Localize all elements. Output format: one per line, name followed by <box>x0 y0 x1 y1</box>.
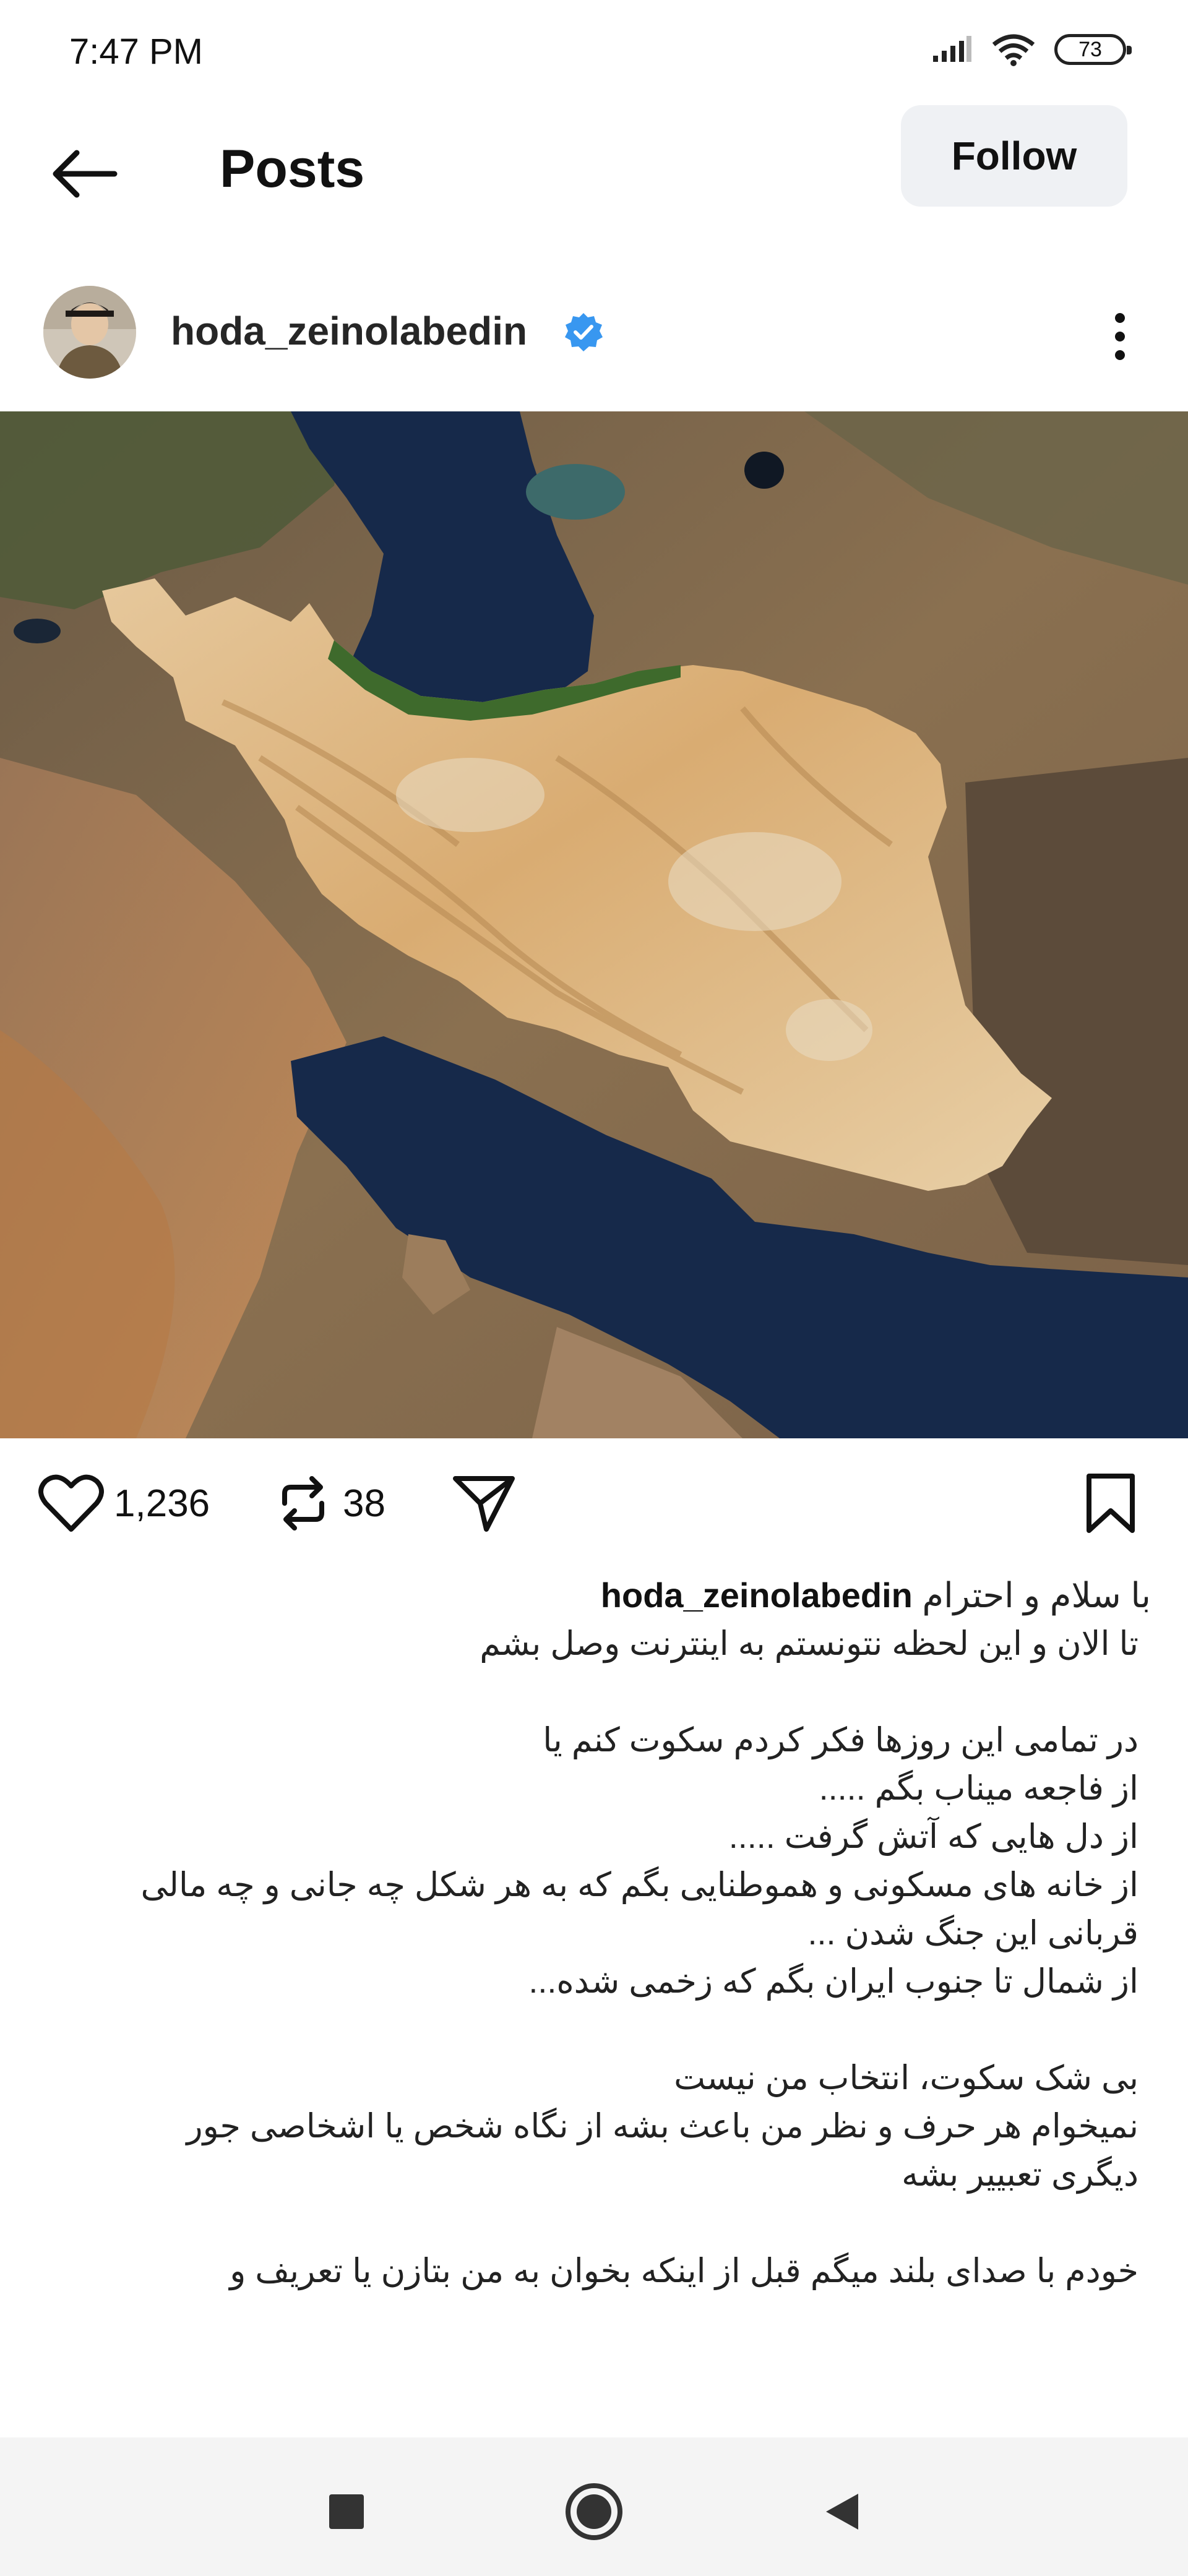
caption-line <box>37 2006 1151 2054</box>
heart-icon <box>38 1474 104 1532</box>
repost-button[interactable]: 38 <box>272 1472 385 1534</box>
caption-line <box>37 2199 1151 2247</box>
caption-line: تا الان و این لحظه نتونستم به اینترنت وص… <box>480 1625 1138 1662</box>
avatar[interactable] <box>43 286 136 379</box>
send-icon <box>453 1476 515 1532</box>
post-username[interactable]: hoda_zeinolabedin <box>171 308 527 354</box>
status-bar: 7:47 PM 73 <box>0 0 1188 105</box>
satellite-map-image <box>0 411 1188 1438</box>
caption-username[interactable]: hoda_zeinolabedin <box>601 1576 913 1615</box>
back-button[interactable] <box>43 140 124 208</box>
save-button[interactable] <box>1083 1472 1138 1534</box>
caption-line: نمیخوام هر حرف و نظر من باعث بشه از نگاه… <box>186 2108 1139 2145</box>
system-back-button[interactable] <box>804 2475 879 2549</box>
post-caption: hoda_zeinolabedin با سلام و احترام تا ال… <box>37 1571 1151 2295</box>
caption-line: قربانی این جنگ شدن ... <box>807 1915 1138 1952</box>
repost-count: 38 <box>343 1482 385 1525</box>
like-button[interactable]: 1,236 <box>37 1472 210 1534</box>
battery-level: 73 <box>1078 37 1102 61</box>
verified-badge-icon <box>565 313 603 351</box>
home-icon <box>566 2483 622 2540</box>
home-button[interactable] <box>557 2475 631 2549</box>
follow-button[interactable]: Follow <box>901 105 1127 207</box>
caption-line: از شمال تا جنوب ایران بگم که زخمی شده... <box>528 1963 1138 2000</box>
page-title: Posts <box>220 139 365 199</box>
wifi-icon <box>992 34 1035 66</box>
caption-line: از دل هایی که آتش گرفت ..... <box>728 1818 1138 1855</box>
app-header: Posts Follow <box>0 105 1188 235</box>
recents-button[interactable] <box>309 2475 384 2549</box>
repost-icon <box>282 1476 324 1531</box>
arrow-left-icon <box>53 150 118 198</box>
caption-line: از فاجعه میناب بگم ..... <box>819 1770 1138 1807</box>
vertical-dots-icon <box>1115 313 1125 360</box>
caption-line: از خانه های مسکونی و هموطنایی بگم که به … <box>140 1866 1138 1904</box>
post-image[interactable] <box>0 411 1188 1438</box>
signal-icon <box>933 36 971 62</box>
caption-line: دیگری تعبییر بشه <box>902 2156 1138 2193</box>
caption-first-line: hoda_zeinolabedin با سلام و احترام <box>37 1571 1151 1620</box>
battery-icon: 73 <box>1054 34 1132 65</box>
recents-icon <box>329 2494 364 2529</box>
caption-line: خودم با صدای بلند میگم قبل از اینکه بخوا… <box>230 2252 1138 2290</box>
bookmark-icon <box>1087 1474 1135 1533</box>
caption-line: در تمامی این روزها فکر کردم سکوت کنم یا <box>543 1722 1138 1759</box>
more-options-button[interactable] <box>1095 306 1145 367</box>
post-actions: 1,236 38 <box>0 1448 1188 1565</box>
caption-line: با سلام و احترام <box>922 1576 1151 1615</box>
avatar-image <box>43 286 136 379</box>
caption-line: بی شک سکوت، انتخاب من نیست <box>674 2059 1138 2097</box>
status-time: 7:47 PM <box>69 32 203 72</box>
back-triangle-icon <box>826 2494 858 2530</box>
status-icons: 73 <box>932 32 1132 67</box>
share-button[interactable] <box>452 1472 516 1534</box>
caption-line <box>37 1668 1151 1716</box>
post-header: hoda_zeinolabedin <box>0 272 1188 396</box>
system-nav-bar <box>0 2437 1188 2576</box>
like-count: 1,236 <box>114 1482 210 1525</box>
